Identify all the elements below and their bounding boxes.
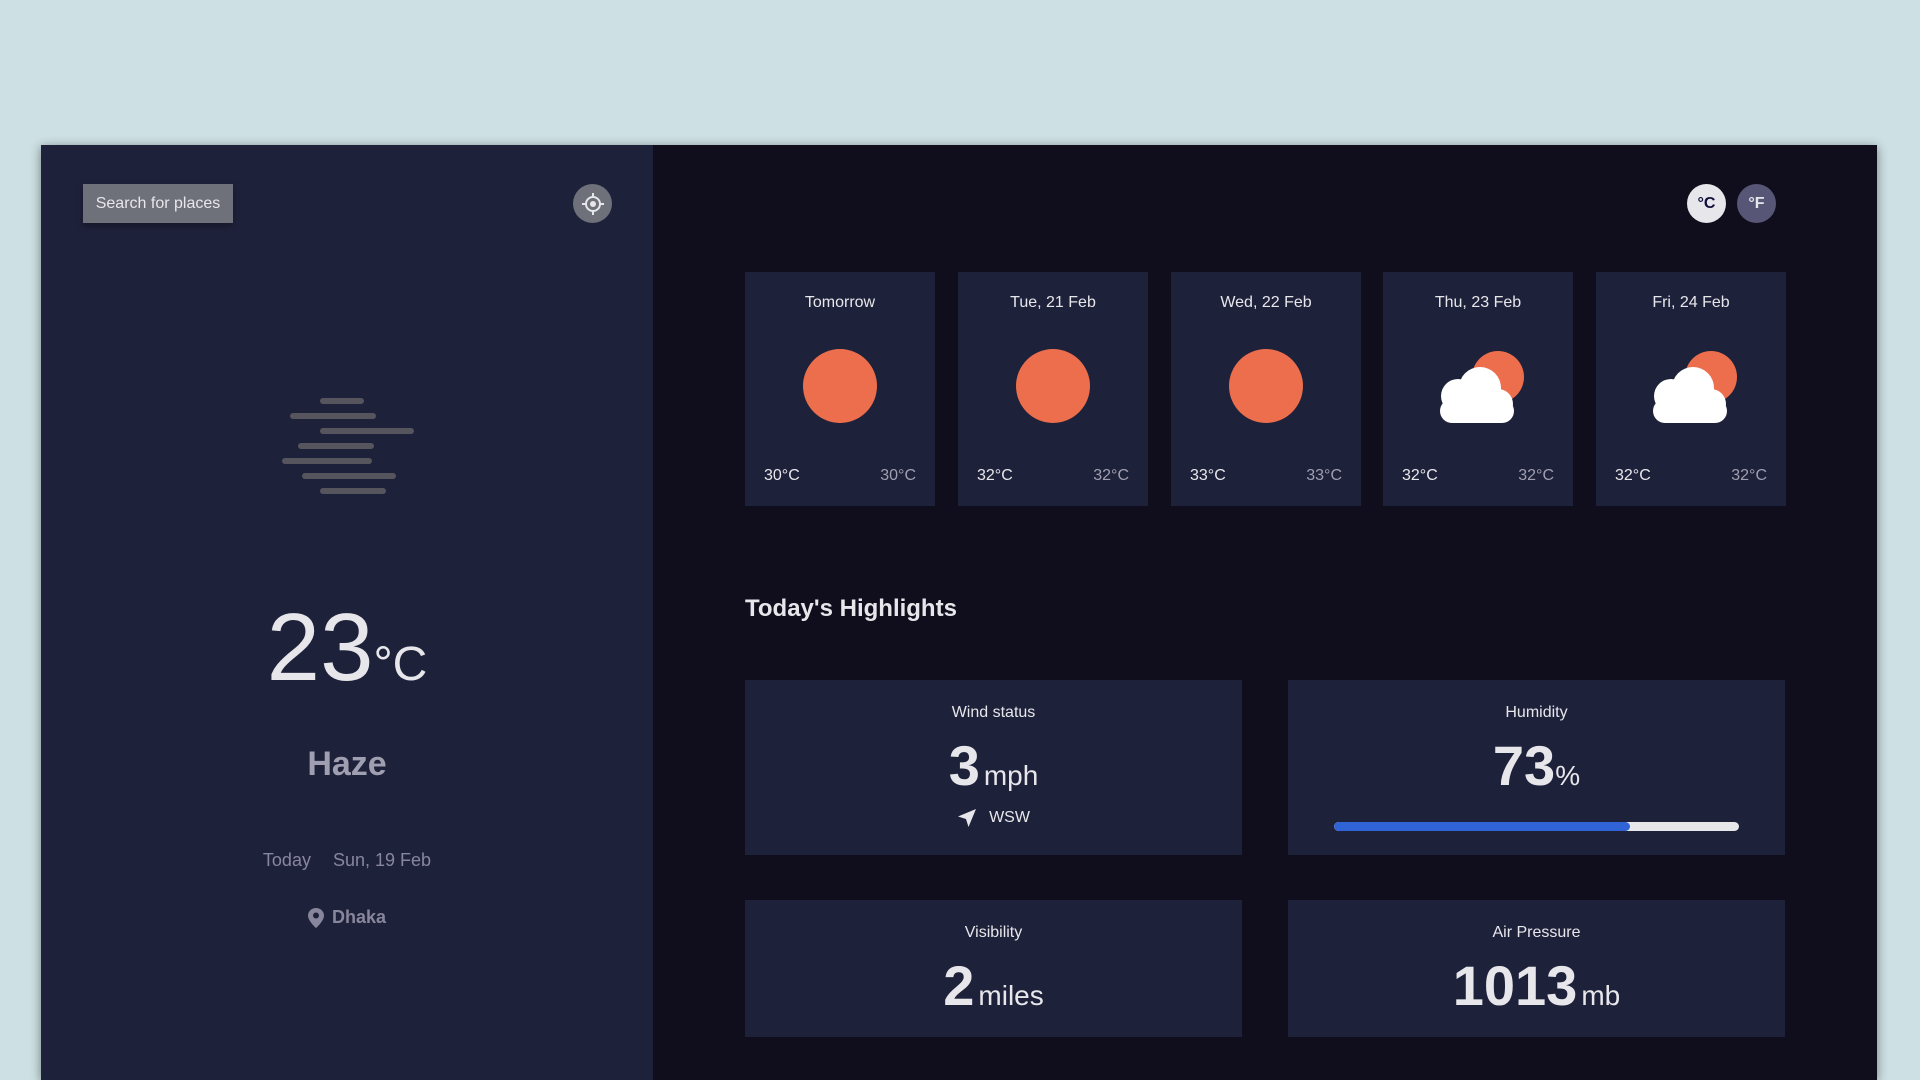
partly-cloudy-icon [1440,351,1524,423]
location-pin-icon [307,907,324,928]
forecast-day: Thu, 23 Feb [1434,294,1522,311]
search-places-button[interactable]: Search for places [83,184,233,223]
location-name: Dhaka [331,907,387,927]
fahrenheit-toggle[interactable]: °F [1737,184,1776,223]
sun-icon [803,349,877,423]
forecast-card: Tomorrow 30°C 30°C [745,272,935,506]
air-pressure-number: 1013 [1452,954,1578,1017]
forecast-max-temp: 32°C [977,467,1013,484]
forecast-card: Thu, 23 Feb 32°C 32°C [1383,272,1573,506]
forecast-min-temp: 32°C [1093,467,1129,484]
haze-icon [282,398,414,494]
current-date: Sun, 19 Feb [333,850,432,870]
sun-icon [1016,349,1090,423]
humidity-label: Humidity [1505,704,1568,721]
forecast-day: Tue, 21 Feb [1010,294,1096,311]
visibility-label: Visibility [964,924,1023,941]
crosshair-icon [581,192,604,215]
forecast-min-temp: 33°C [1306,467,1342,484]
weather-condition: Haze [307,745,387,783]
forecast-max-temp: 30°C [764,467,800,484]
navigation-arrow-icon [958,809,977,827]
humidity-progress-fill [1334,822,1630,831]
current-location-button[interactable] [573,184,612,223]
wind-speed: 3 [948,734,980,797]
celsius-toggle[interactable]: °C [1687,184,1726,223]
wind-unit: mph [983,760,1039,791]
location-row: Dhaka [41,907,653,928]
forecast-min-temp: 30°C [880,467,916,484]
air-pressure-unit: mb [1581,980,1621,1011]
humidity-card: Humidity 73% [1288,680,1785,855]
temperature-value: 23 [266,594,374,701]
humidity-number: 73 [1492,734,1556,797]
visibility-number: 2 [943,954,975,1017]
wind-direction: WSW [745,808,1242,828]
temperature-unit: °C [373,638,428,691]
visibility-value: 2 miles [745,958,1242,1014]
visibility-unit: miles [978,980,1044,1011]
forecast-max-temp: 33°C [1190,467,1226,484]
forecast-day: Wed, 22 Feb [1220,294,1312,311]
air-pressure-card: Air Pressure 1013 mb [1288,900,1785,1037]
wind-status-card: Wind status 3 mph WSW [745,680,1242,855]
app-window: Search for places 23°C Haze Today Sun, 1… [41,145,1877,1080]
highlights-title: Today's Highlights [745,595,957,622]
visibility-card: Visibility 2 miles [745,900,1242,1037]
forecast-card: Fri, 24 Feb 32°C 32°C [1596,272,1786,506]
wind-status-value: 3 mph [745,738,1242,794]
humidity-unit: % [1555,760,1581,791]
air-pressure-label: Air Pressure [1492,924,1581,941]
current-temperature: 23°C [41,600,653,696]
forecast-min-temp: 32°C [1518,467,1554,484]
forecast-card: Tue, 21 Feb 32°C 32°C [958,272,1148,506]
partly-cloudy-icon [1653,351,1737,423]
forecast-max-temp: 32°C [1402,467,1438,484]
sidebar: Search for places 23°C Haze Today Sun, 1… [41,145,653,1080]
wind-status-label: Wind status [951,704,1036,721]
forecast-day: Tomorrow [804,294,876,311]
forecast-max-temp: 32°C [1615,467,1651,484]
wind-direction-label: WSW [989,809,1030,826]
humidity-value: 73% [1288,738,1785,794]
date-prefix: Today [262,850,311,870]
sun-icon [1229,349,1303,423]
date-row: Today Sun, 19 Feb [41,850,653,871]
forecast-min-temp: 32°C [1731,467,1767,484]
forecast-card: Wed, 22 Feb 33°C 33°C [1171,272,1361,506]
humidity-progress-bar [1334,822,1739,831]
forecast-day: Fri, 24 Feb [1652,294,1730,311]
air-pressure-value: 1013 mb [1288,958,1785,1014]
